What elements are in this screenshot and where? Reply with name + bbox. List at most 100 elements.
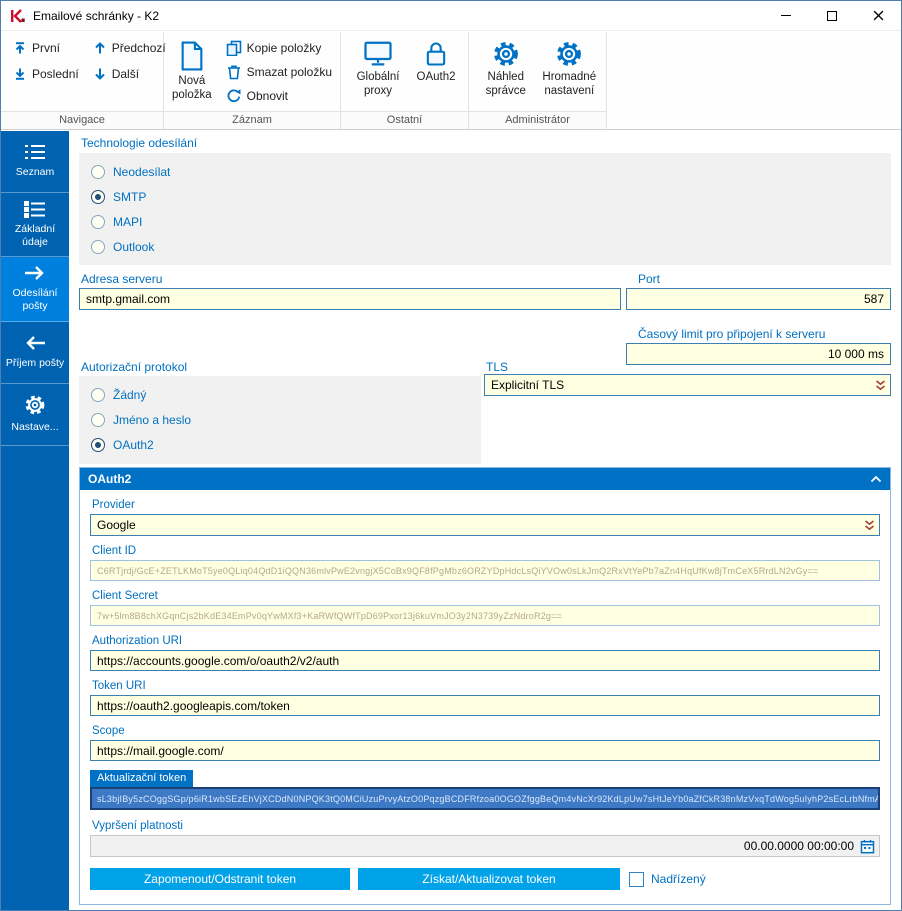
- window-title: Emailové schránky - K2: [33, 9, 159, 23]
- bulk-settings-button[interactable]: Hromadné nastavení: [539, 38, 600, 99]
- sidebar-item-odesilani-posty[interactable]: Odesílání pošty: [1, 257, 69, 321]
- next-label: Další: [112, 67, 139, 81]
- server-address-label: Adresa serveru: [81, 272, 162, 286]
- radio-mapi[interactable]: MAPI: [91, 212, 879, 231]
- radio-icon: [91, 165, 105, 179]
- padlock-icon: [424, 40, 448, 68]
- ribbon-group-label-navigace: Navigace: [1, 111, 163, 129]
- sidebar-label: Odesílání pošty: [3, 287, 67, 313]
- details-list-icon: [24, 200, 46, 218]
- client-id-label: Client ID: [92, 545, 880, 557]
- first-button[interactable]: První: [9, 38, 83, 58]
- refresh-token-input[interactable]: sL3bjIBy5zCOggSGp/p6iR1wbSEzEhVjXCDdN0NP…: [90, 787, 880, 810]
- ribbon-group-navigace: První Poslední: [1, 32, 164, 129]
- global-proxy-button[interactable]: Globální proxy: [349, 38, 407, 99]
- radio-neodesilat[interactable]: Neodesílat: [91, 162, 879, 181]
- expiration-input[interactable]: 00.00.0000 00:00:00: [90, 835, 880, 857]
- new-item-label: Nová položka: [172, 75, 212, 103]
- maximize-icon: [827, 11, 837, 21]
- radio-icon: [91, 413, 105, 427]
- refresh-icon: [226, 88, 242, 104]
- client-id-input[interactable]: C6RTjrdj/GcE+ZETLKMoT5ye0QLiq04QdD1iQQN3…: [90, 560, 880, 581]
- authorization-uri-input[interactable]: https://accounts.google.com/o/oauth2/v2/…: [90, 650, 880, 671]
- radio-zadny[interactable]: Žádný: [91, 385, 469, 404]
- timeout-input[interactable]: 10 000 ms: [626, 343, 891, 365]
- sidebar-label: Seznam: [16, 166, 55, 179]
- provider-label: Provider: [92, 499, 880, 511]
- tls-combobox[interactable]: Explicitní TLS: [484, 374, 891, 396]
- copy-item-label: Kopie položky: [247, 41, 322, 55]
- oauth2-panel: OAuth2 Provider Google: [79, 467, 891, 905]
- global-proxy-label: Globální proxy: [349, 71, 407, 99]
- authorization-uri-label: Authorization URI: [92, 635, 880, 647]
- new-document-icon: [178, 40, 206, 72]
- refresh-token-label: Aktualizační token: [90, 770, 193, 787]
- oauth2-ribbon-label: OAuth2: [417, 71, 456, 85]
- next-button[interactable]: Další: [89, 64, 170, 84]
- new-item-button[interactable]: Nová položka: [172, 38, 212, 103]
- delete-item-label: Smazat položku: [247, 65, 332, 79]
- client-secret-input[interactable]: 7w+5lm8B8chXGqnCjs2bKdE34EmPv0qYwMXf3+Ka…: [90, 605, 880, 626]
- radio-smtp[interactable]: SMTP: [91, 187, 879, 206]
- admin-preview-button[interactable]: Náhled správce: [477, 38, 535, 99]
- radio-jmeno-a-heslo[interactable]: Jméno a heslo: [91, 410, 469, 429]
- ribbon: První Poslední: [1, 32, 901, 130]
- refresh-button[interactable]: Obnovit: [222, 86, 336, 106]
- send-technology-group: Neodesílat SMTP MAPI Outlook: [79, 153, 891, 265]
- close-button[interactable]: [855, 1, 901, 30]
- sidebar-item-seznam[interactable]: Seznam: [1, 131, 69, 193]
- copy-item-button[interactable]: Kopie položky: [222, 38, 336, 58]
- radio-icon: [91, 438, 105, 452]
- minimize-button[interactable]: [763, 1, 809, 30]
- sidebar-label: Příjem pošty: [6, 357, 64, 370]
- maximize-button[interactable]: [809, 1, 855, 30]
- ribbon-group-label-administrator: Administrátor: [469, 111, 606, 129]
- oauth2-ribbon-button[interactable]: OAuth2: [411, 38, 461, 85]
- scope-input[interactable]: https://mail.google.com/: [90, 740, 880, 761]
- radio-oauth2[interactable]: OAuth2: [91, 436, 469, 455]
- token-uri-input[interactable]: https://oauth2.googleapis.com/token: [90, 695, 880, 716]
- server-address-input[interactable]: smtp.gmail.com: [79, 288, 621, 310]
- calendar-icon[interactable]: [860, 839, 875, 854]
- bulk-settings-label: Hromadné nastavení: [539, 71, 600, 99]
- radio-icon: [91, 190, 105, 204]
- client-secret-label: Client Secret: [92, 590, 880, 602]
- radio-outlook[interactable]: Outlook: [91, 237, 879, 256]
- app-window: Emailové schránky - K2: [0, 0, 902, 911]
- gear-icon: [555, 40, 583, 68]
- send-technology-label: Technologie odesílání: [81, 136, 197, 150]
- provider-combobox[interactable]: Google: [90, 514, 880, 536]
- sidebar-item-zakladni-udaje[interactable]: Základní údaje: [1, 193, 69, 257]
- sidebar-item-nastaveni[interactable]: Nastave...: [1, 384, 69, 446]
- refresh-label: Obnovit: [247, 89, 288, 103]
- previous-label: Předchozí: [112, 41, 166, 55]
- forget-token-button[interactable]: Zapomenout/Odstranit token: [90, 868, 350, 890]
- oauth2-panel-header[interactable]: OAuth2: [80, 468, 890, 490]
- ribbon-group-label-zaznam: Záznam: [164, 111, 340, 129]
- port-input[interactable]: 587: [626, 288, 891, 310]
- expiration-label: Vypršení platnosti: [92, 820, 880, 832]
- port-label: Port: [638, 272, 660, 286]
- minimize-icon: [781, 15, 791, 16]
- arrow-left-icon: [23, 334, 47, 352]
- last-label: Poslední: [32, 67, 79, 81]
- close-icon: [873, 10, 884, 21]
- arrow-to-top-icon: [13, 41, 27, 55]
- radio-icon: [91, 240, 105, 254]
- parent-checkbox-label: Nadřízený: [651, 872, 706, 886]
- timeout-label: Časový limit pro připojení k serveru: [638, 327, 825, 341]
- token-uri-label: Token URI: [92, 680, 880, 692]
- parent-checkbox-group: Nadřízený: [629, 872, 706, 887]
- last-button[interactable]: Poslední: [9, 64, 83, 84]
- previous-button[interactable]: Předchozí: [89, 38, 170, 58]
- delete-item-button[interactable]: Smazat položku: [222, 62, 336, 82]
- acquire-token-button[interactable]: Získat/Aktualizovat token: [358, 868, 620, 890]
- dropdown-double-chevron-icon: [864, 519, 875, 532]
- auth-protocol-group: Žádný Jméno a heslo OAuth2: [79, 376, 481, 464]
- parent-checkbox[interactable]: [629, 872, 644, 887]
- arrow-down-icon: [93, 67, 107, 81]
- tls-label: TLS: [486, 360, 508, 374]
- sidebar-item-prijem-posty[interactable]: Příjem pošty: [1, 322, 69, 384]
- ribbon-group-zaznam: Nová položka Kopie položky: [164, 32, 341, 129]
- content-area: Technologie odesílání Neodesílat SMTP MA…: [69, 131, 902, 910]
